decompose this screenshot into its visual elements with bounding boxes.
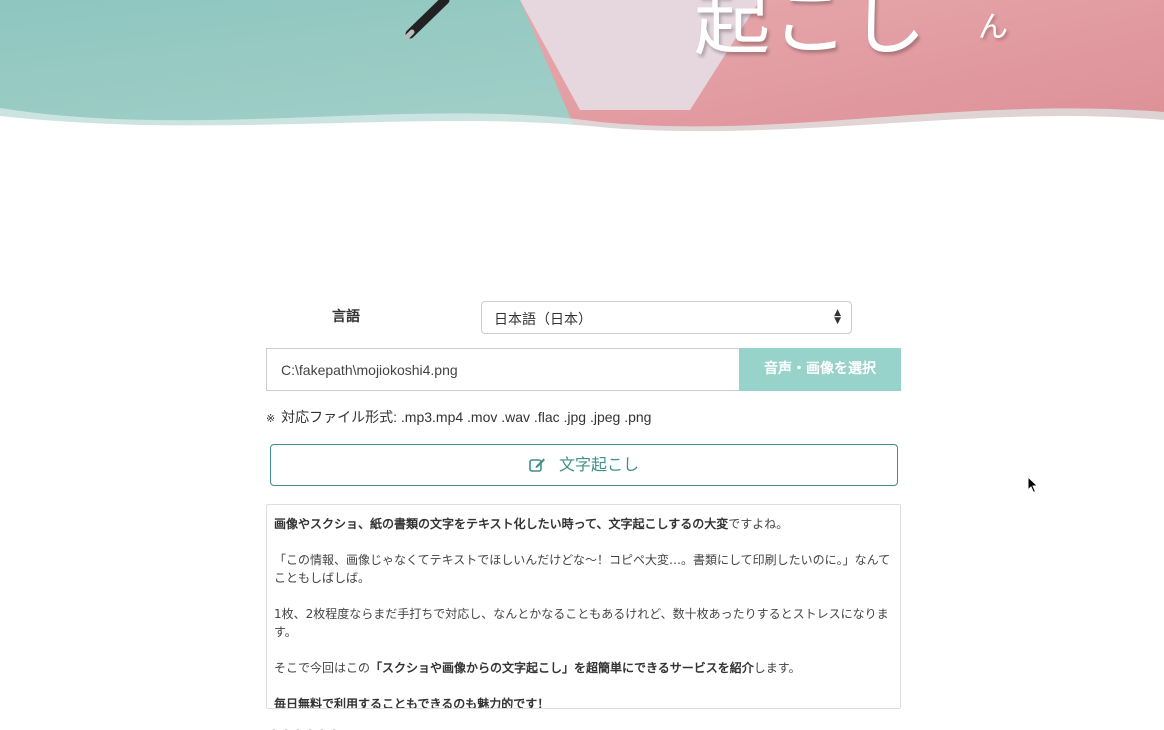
below-content: ・・・・・・ — [268, 722, 340, 730]
supported-formats-note: ※ 対応ファイル形式: .mp3.mp4 .mov .wav .flac .jp… — [266, 407, 651, 427]
transcribe-button[interactable]: 文字起こし — [270, 444, 898, 486]
file-path-field[interactable]: C:\fakepath\mojiokoshi4.png — [266, 348, 740, 391]
select-file-button[interactable]: 音声・画像を選択 — [739, 348, 901, 391]
result-p1-bold: 画像やスクショ、紙の書類の文字をテキスト化したい時って、文字起こしするの大変 — [274, 517, 729, 531]
hero-title: 起こし — [694, 0, 928, 66]
select-arrows-icon: ▲ ▼ — [834, 308, 841, 326]
result-paragraph-3: 1枚、2枚程度ならまだ手打ちで対応し、なんとかなることもあるけれど、数十枚あった… — [274, 607, 889, 639]
result-p4-bold: 「スクショや画像からの文字起こし」を超簡単にできるサービスを紹介 — [370, 661, 754, 675]
supported-formats-text: 対応ファイル形式: .mp3.mp4 .mov .wav .flac .jpg … — [281, 409, 652, 425]
language-label: 言語 — [332, 309, 360, 325]
result-paragraph-1: 画像やスクショ、紙の書類の文字をテキスト化したい時って、文字起こしするの大変です… — [274, 515, 893, 533]
result-paragraph-4: そこで今回はこの「スクショや画像からの文字起こし」を超簡単にできるサービスを紹介… — [274, 659, 893, 677]
hero-title-sub: ん — [978, 10, 1008, 45]
edit-icon — [529, 458, 545, 472]
result-p1-rest: ですよね。 — [728, 517, 789, 531]
transcribe-button-label: 文字起こし — [559, 455, 640, 474]
language-selected-value: 日本語（日本） — [494, 312, 592, 328]
result-p4-post: します。 — [753, 661, 801, 675]
result-textarea[interactable]: 画像やスクショ、紙の書類の文字をテキスト化したい時って、文字起こしするの大変です… — [266, 504, 901, 709]
mouse-cursor-icon — [1027, 476, 1039, 494]
language-select[interactable]: 日本語（日本） ▲ ▼ — [481, 301, 852, 334]
result-paragraph-2: 「この情報、画像じゃなくてテキストでほしいんだけどな〜！コピペ大変…。書類にして… — [274, 553, 891, 585]
result-p4-pre: そこで今回はこの — [274, 661, 371, 675]
note-mark: ※ — [266, 413, 276, 425]
hero-banner: 起こし ん — [0, 0, 1164, 140]
result-paragraph-5: 毎日無料で利用することもできるのも魅力的です！ — [274, 695, 893, 709]
result-p5-bold: 毎日無料で利用することもできるのも魅力的です！ — [274, 697, 550, 709]
